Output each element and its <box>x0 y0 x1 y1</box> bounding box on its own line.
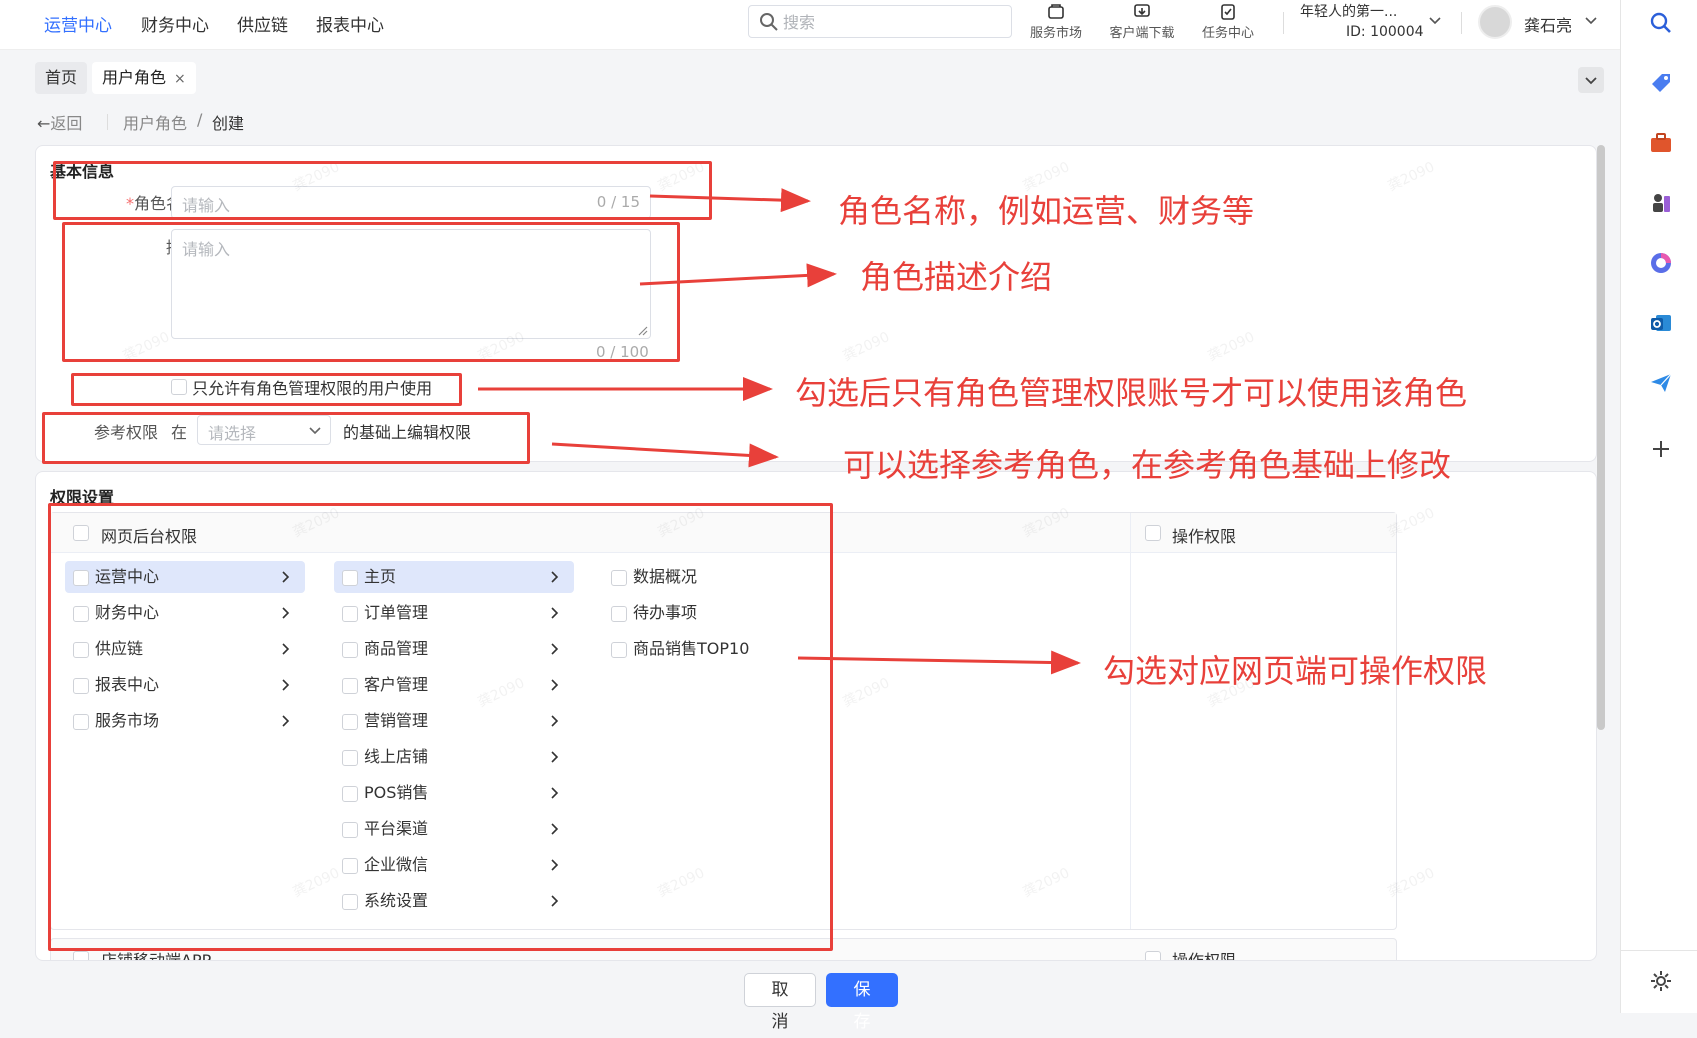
settings-icon[interactable] <box>1648 968 1674 994</box>
back-label: 返回 <box>50 114 83 133</box>
add-icon[interactable] <box>1648 436 1674 462</box>
annotation-box-web-permissions <box>48 503 833 951</box>
search-icon <box>760 13 778 31</box>
arrow-left-icon: ← <box>37 114 51 133</box>
tab-label: 首页 <box>45 68 78 87</box>
tool-label: 服务市场 <box>1029 26 1082 41</box>
checkbox[interactable] <box>1145 951 1161 960</box>
annotation-text: 角色名称，例如运营、财务等 <box>838 192 1255 230</box>
divider <box>1461 12 1462 34</box>
divider <box>107 114 108 130</box>
op-all-checkbox[interactable] <box>1145 525 1161 541</box>
annotation-box-reference <box>42 412 530 464</box>
back-link[interactable]: ←返回 <box>37 110 82 134</box>
avatar[interactable] <box>1478 5 1512 39</box>
company-name: 年轻人的第一... <box>1300 4 1398 20</box>
close-icon[interactable]: × <box>174 63 186 95</box>
annotation-box-description <box>62 222 680 362</box>
shop-icon <box>1048 4 1064 19</box>
watermark: 龚2090 <box>840 329 893 365</box>
tabs-collapse-button[interactable] <box>1578 67 1604 93</box>
chevron-down-icon[interactable] <box>1584 14 1598 28</box>
tag-icon[interactable] <box>1648 70 1674 96</box>
breadcrumb-sep: / <box>197 110 203 129</box>
send-icon[interactable] <box>1648 370 1674 396</box>
scrollbar[interactable] <box>1597 145 1605 730</box>
clipboard-icon <box>1221 4 1235 20</box>
left-strip <box>0 50 10 1013</box>
nav-item-supply-chain[interactable]: 供应链 <box>237 11 288 36</box>
watermark: 龚2090 <box>1205 329 1258 365</box>
company-switcher[interactable]: 年轻人的第一... ID: 100004 <box>1300 2 1424 42</box>
tool-label: 任务中心 <box>1201 26 1254 41</box>
tool-label: 客户端下载 <box>1109 26 1175 41</box>
tool-task-center[interactable]: 任务中心 <box>1188 2 1268 41</box>
nav-item-reports[interactable]: 报表中心 <box>316 11 384 36</box>
briefcase-icon[interactable] <box>1648 130 1674 156</box>
annotation-text: 角色描述介绍 <box>860 258 1053 296</box>
chevron-down-icon <box>1585 77 1597 85</box>
cancel-button[interactable]: 取 消 <box>744 973 816 1032</box>
watermark: 龚2090 <box>1385 505 1438 541</box>
tab-label: 用户角色 <box>102 68 167 87</box>
save-button[interactable]: 保 存 <box>826 973 898 1032</box>
chevron-down-icon[interactable] <box>1428 14 1442 28</box>
section-label: 操作权限 <box>1172 951 1237 961</box>
tab-home[interactable]: 首页 <box>35 62 88 94</box>
search-input[interactable] <box>783 10 1003 34</box>
annotation-text: 可以选择参考角色，在参考角色基础上修改 <box>843 446 1452 484</box>
breadcrumb-parent[interactable]: 用户角色 <box>123 110 187 134</box>
form-footer <box>35 962 1597 1013</box>
divider <box>1283 12 1284 34</box>
column-divider <box>1130 513 1131 929</box>
annotation-text: 勾选对应网页端可操作权限 <box>1103 652 1488 690</box>
right-sidebar <box>1620 0 1697 1013</box>
tool-client-download[interactable]: 客户端下载 <box>1102 2 1182 41</box>
divider <box>1621 950 1697 951</box>
outlook-icon[interactable] <box>1648 310 1674 336</box>
checkbox[interactable] <box>73 951 89 960</box>
breadcrumb-current: 创建 <box>212 114 245 133</box>
search-icon[interactable] <box>1648 10 1674 36</box>
nav-item-finance[interactable]: 财务中心 <box>141 11 209 36</box>
nav-item-operations[interactable]: 运营中心 <box>44 11 112 36</box>
chess-icon[interactable] <box>1648 190 1674 216</box>
company-id: ID: 100004 <box>1346 24 1424 40</box>
user-name[interactable]: 龚石亮 <box>1524 12 1572 36</box>
tool-service-market[interactable]: 服务市场 <box>1016 2 1096 41</box>
top-nav-bar: 运营中心 财务中心 供应链 报表中心 服务市场 客户端下载 任务中心 年轻人的第… <box>0 0 1620 50</box>
op-header-label: 操作权限 <box>1172 527 1237 546</box>
annotation-box-role-name <box>53 161 712 220</box>
tab-user-role[interactable]: 用户角色 × <box>92 62 196 94</box>
download-icon <box>1134 4 1150 17</box>
copilot-icon[interactable] <box>1648 250 1674 276</box>
annotation-box-restrict <box>71 373 462 406</box>
watermark: 龚2090 <box>1385 159 1438 195</box>
annotation-text: 勾选后只有角色管理权限账号才可以使用该角色 <box>795 374 1468 412</box>
search-box[interactable] <box>748 5 1012 38</box>
